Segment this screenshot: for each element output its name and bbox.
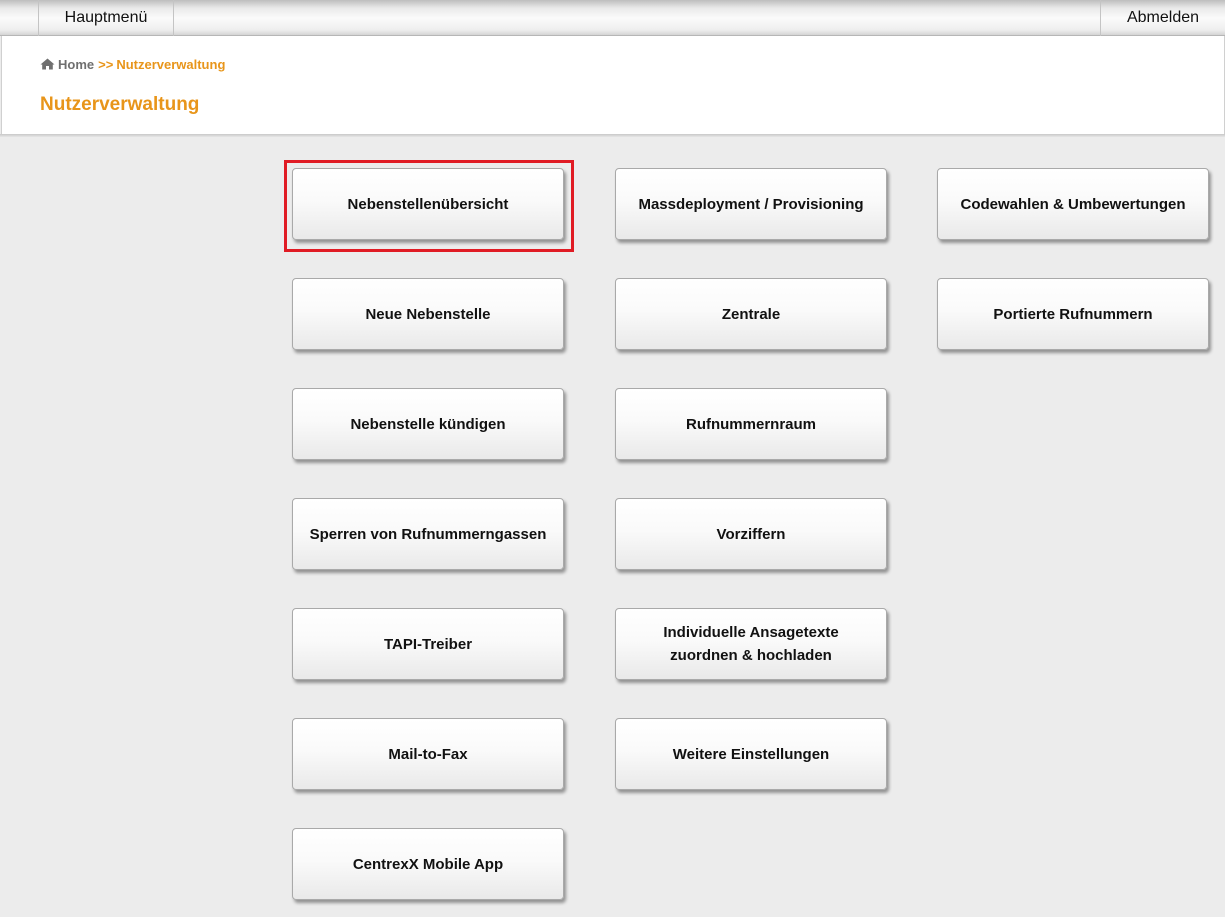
breadcrumb-separator: >> xyxy=(98,57,114,72)
tile-zentrale[interactable]: Zentrale xyxy=(615,278,887,350)
tile-mail-to-fax[interactable]: Mail-to-Fax xyxy=(292,718,564,790)
breadcrumb-current: Nutzerverwaltung xyxy=(116,57,226,72)
tile-nebenstelle-kuendigen[interactable]: Nebenstelle kündigen xyxy=(292,388,564,460)
tile-label: Nebenstelle kündigen xyxy=(350,415,506,433)
tile-label: Weitere Einstellungen xyxy=(672,745,830,763)
tile-nebenstellenuebersicht[interactable]: Nebenstellenübersicht xyxy=(292,168,564,240)
tile-label: TAPI-Treiber xyxy=(383,635,473,653)
breadcrumb: Home >> Nutzerverwaltung xyxy=(40,57,225,72)
tile-sperren-von-rufnummerngassen[interactable]: Sperren von Rufnummerngassen xyxy=(292,498,564,570)
page-header: Home >> Nutzerverwaltung Nutzerverwaltung xyxy=(1,36,1225,134)
tile-label: Zentrale xyxy=(721,305,781,323)
tile-label: Codewahlen & Umbewertungen xyxy=(960,195,1186,213)
page-title: Nutzerverwaltung xyxy=(40,94,200,115)
top-nav-bar: Hauptmenü Abmelden xyxy=(0,0,1225,36)
tile-label: Nebenstellenübersicht xyxy=(347,195,509,213)
tile-label: Neue Nebenstelle xyxy=(365,305,491,323)
tile-label: Rufnummernraum xyxy=(685,415,816,433)
tile-label: Portierte Rufnummern xyxy=(993,305,1153,323)
tile-neue-nebenstelle[interactable]: Neue Nebenstelle xyxy=(292,278,564,350)
home-icon[interactable] xyxy=(40,58,55,70)
tile-label: Mail-to-Fax xyxy=(388,745,468,763)
tile-individuelle-ansagetexte[interactable]: Individuelle Ansagetexte zuordnen & hoch… xyxy=(615,608,887,680)
tile-label: Individuelle Ansagetexte zuordnen & hoch… xyxy=(663,624,839,664)
main-menu-button[interactable]: Hauptmenü xyxy=(38,0,174,36)
tile-codewahlen-umbewertungen[interactable]: Codewahlen & Umbewertungen xyxy=(937,168,1209,240)
tile-weitere-einstellungen[interactable]: Weitere Einstellungen xyxy=(615,718,887,790)
tile-centrexx-mobile-app[interactable]: CentrexX Mobile App xyxy=(292,828,564,900)
logout-button[interactable]: Abmelden xyxy=(1100,0,1225,36)
tile-label: CentrexX Mobile App xyxy=(352,855,504,873)
tile-massdeployment-provisioning[interactable]: Massdeployment / Provisioning xyxy=(615,168,887,240)
header-divider xyxy=(0,134,1225,137)
tile-label: Vorziffern xyxy=(716,525,786,543)
tile-label: Massdeployment / Provisioning xyxy=(638,195,864,213)
tile-tapi-treiber[interactable]: TAPI-Treiber xyxy=(292,608,564,680)
tile-portierte-rufnummern[interactable]: Portierte Rufnummern xyxy=(937,278,1209,350)
tile-label: Sperren von Rufnummerngassen xyxy=(309,525,547,543)
breadcrumb-home-link[interactable]: Home xyxy=(58,57,94,72)
tile-vorziffern[interactable]: Vorziffern xyxy=(615,498,887,570)
tile-rufnummernraum[interactable]: Rufnummernraum xyxy=(615,388,887,460)
